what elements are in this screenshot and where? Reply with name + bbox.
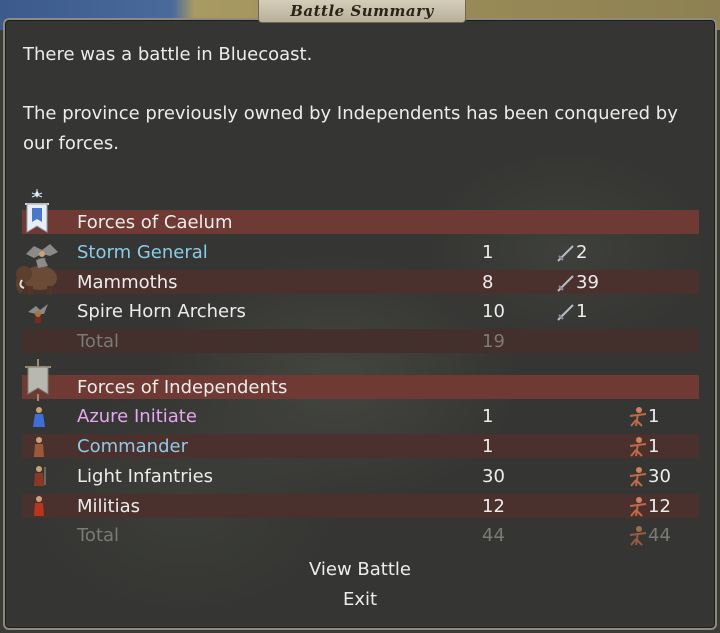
archer-icon [26, 302, 50, 328]
unit-count: 30 [482, 466, 505, 487]
unit-kills: 2 [556, 241, 587, 265]
unit-count: 1 [482, 406, 494, 427]
unit-casualties-value: 1 [648, 406, 660, 427]
total-casualties-value: 44 [648, 525, 671, 546]
total-label: Total [77, 331, 120, 352]
militia-icon [31, 495, 47, 521]
unit-name: Mammoths [77, 272, 178, 293]
unit-name[interactable]: Storm General [77, 241, 208, 265]
unit-name: Spire Horn Archers [77, 301, 246, 322]
unit-casualties: 30 [628, 465, 671, 489]
sword-kills-icon [557, 275, 574, 292]
unit-count: 1 [482, 242, 494, 263]
view-battle-button[interactable]: View Battle [0, 558, 720, 582]
caelum-banner-icon [24, 188, 50, 238]
dialog-title: Battle Summary [258, 0, 466, 23]
casualty-icon [629, 437, 647, 457]
commander-icon [32, 436, 46, 462]
unit-kills: 39 [556, 271, 599, 295]
side-header-caelum: Forces of Caelum [77, 212, 233, 233]
unit-count: 10 [482, 301, 505, 322]
light-infantry-icon [31, 465, 47, 491]
unit-casualties: 12 [628, 495, 671, 519]
sword-kills-icon [557, 304, 574, 321]
unit-casualties-value: 30 [648, 466, 671, 487]
unit-count: 12 [482, 496, 505, 517]
side-header-independents: Forces of Independents [77, 377, 288, 398]
independents-banner-icon [24, 358, 52, 406]
total-casualties: 44 [628, 524, 671, 548]
unit-kills-value: 2 [576, 242, 588, 263]
unit-casualties: 1 [628, 405, 659, 429]
mammoth-icon [14, 256, 60, 300]
casualty-icon [629, 497, 647, 517]
total-row-band [22, 329, 699, 353]
sword-kills-icon [557, 245, 574, 262]
total-label: Total [77, 525, 120, 546]
total-count: 44 [482, 525, 505, 546]
initiate-icon [32, 406, 46, 432]
unit-casualties: 1 [628, 435, 659, 459]
unit-name[interactable]: Azure Initiate [77, 405, 197, 429]
unit-kills: 1 [556, 300, 587, 324]
unit-name: Light Infantries [77, 466, 214, 487]
battle-result-message: The province previously owned by Indepen… [23, 103, 678, 154]
casualty-icon [629, 526, 647, 546]
battle-location-message: There was a battle in Bluecoast. [23, 44, 313, 65]
unit-kills-value: 39 [576, 272, 599, 293]
total-count: 19 [482, 331, 505, 352]
unit-count: 1 [482, 436, 494, 457]
casualty-icon [629, 467, 647, 487]
unit-kills-value: 1 [576, 301, 588, 322]
exit-button[interactable]: Exit [0, 588, 720, 612]
unit-casualties-value: 12 [648, 496, 671, 517]
unit-name: Militias [77, 496, 140, 517]
casualty-icon [629, 407, 647, 427]
unit-name[interactable]: Commander [77, 435, 188, 459]
unit-casualties-value: 1 [648, 436, 660, 457]
unit-count: 8 [482, 272, 494, 293]
